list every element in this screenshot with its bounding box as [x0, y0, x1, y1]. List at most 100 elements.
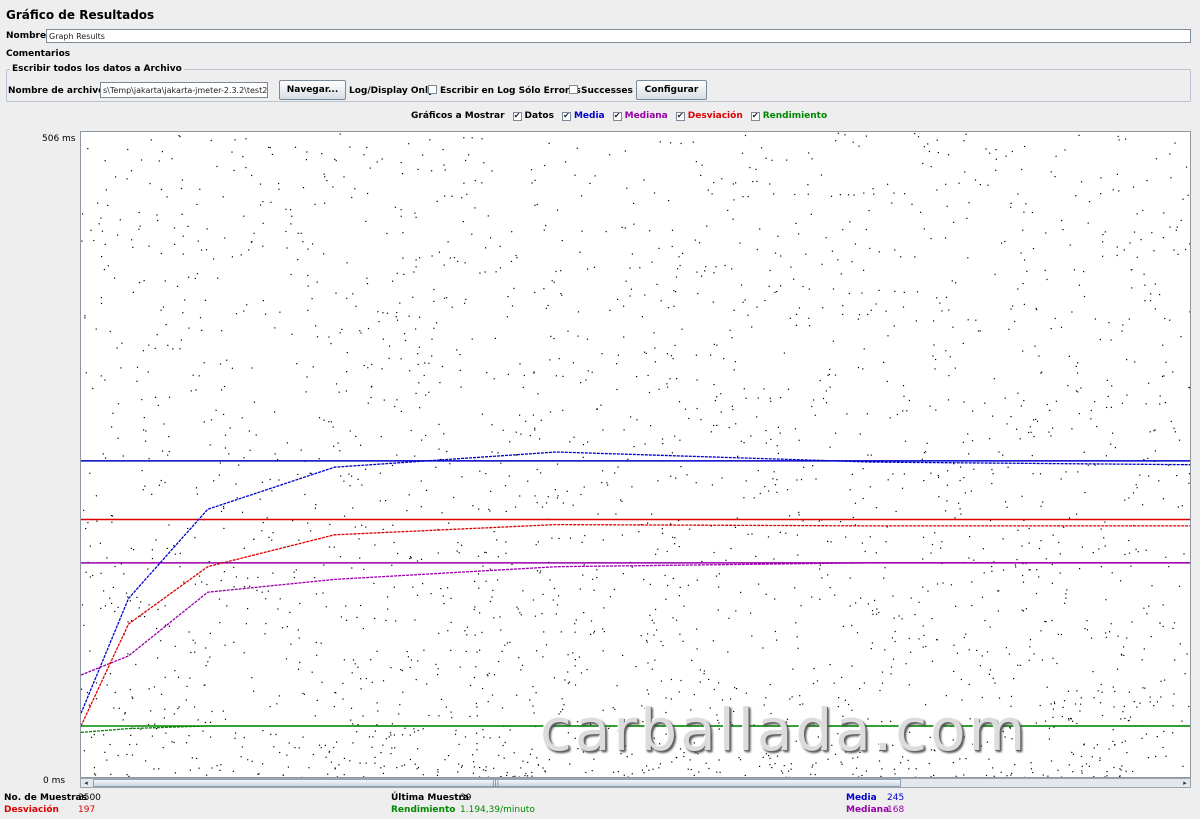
data-point	[286, 754, 288, 756]
data-point	[1077, 471, 1079, 473]
data-point	[880, 775, 882, 777]
horizontal-scrollbar[interactable]: ◂ ||| ▸	[80, 778, 1191, 788]
data-point	[949, 356, 951, 358]
data-point	[989, 626, 991, 628]
data-point	[1117, 135, 1119, 137]
data-point	[382, 744, 384, 746]
data-point	[337, 442, 339, 444]
data-point	[473, 676, 475, 679]
data-point	[782, 772, 784, 774]
filename-input[interactable]: s\Temp\jakarta\jakarta-jmeter-2.3.2\test…	[100, 82, 268, 98]
data-point	[574, 623, 576, 625]
name-input[interactable]: Graph Results	[46, 29, 1191, 43]
data-point	[678, 256, 680, 258]
data-point	[1133, 701, 1135, 703]
successes-checkbox[interactable]	[569, 85, 578, 94]
toggle-mediana[interactable]: ✔ Mediana	[612, 111, 668, 121]
data-point	[1131, 269, 1133, 271]
data-point	[1162, 237, 1164, 239]
data-point	[182, 253, 184, 255]
data-point	[1145, 549, 1147, 551]
deviation-stat-value: 197	[78, 805, 96, 815]
data-point	[410, 557, 412, 559]
data-point	[408, 143, 410, 145]
data-point	[385, 500, 387, 502]
data-point	[542, 767, 544, 769]
data-point	[545, 644, 548, 646]
data-point	[582, 574, 584, 576]
media-label: Media	[573, 111, 605, 121]
data-point	[1159, 395, 1161, 397]
data-point	[660, 640, 662, 643]
data-point	[1143, 273, 1145, 275]
data-point	[556, 209, 559, 211]
data-point	[903, 473, 905, 475]
data-point	[915, 320, 917, 322]
data-point	[953, 644, 955, 646]
data-point	[104, 243, 106, 245]
data-point	[831, 250, 833, 252]
scroll-thumb[interactable]: |||	[93, 779, 901, 787]
data-point	[410, 429, 412, 432]
data-point	[1093, 747, 1095, 749]
toggle-rendimiento[interactable]: ✔ Rendimiento	[750, 111, 827, 121]
data-point	[346, 371, 348, 373]
data-point	[855, 602, 857, 604]
data-point	[602, 650, 604, 652]
data-point	[537, 541, 539, 543]
data-point	[1189, 387, 1190, 389]
data-point	[106, 759, 108, 761]
data-point	[408, 494, 410, 496]
data-point	[623, 305, 625, 307]
scroll-left-icon[interactable]: ◂	[81, 779, 91, 787]
data-point	[209, 632, 211, 634]
data-point	[950, 584, 952, 586]
toggle-datos[interactable]: ✔ Datos	[512, 111, 554, 121]
data-point	[835, 432, 837, 434]
data-point	[1084, 628, 1086, 630]
toggle-desviacion[interactable]: ✔ Desviación	[675, 111, 743, 121]
data-point	[437, 552, 439, 554]
media-checkbox[interactable]: ✔	[561, 111, 571, 121]
data-point	[357, 724, 359, 726]
data-point	[756, 180, 758, 182]
data-point	[241, 511, 244, 513]
data-point	[194, 277, 196, 280]
toggle-media[interactable]: ✔ Media	[561, 111, 605, 121]
data-point	[96, 520, 98, 522]
data-point	[458, 763, 460, 765]
data-point	[1112, 740, 1114, 742]
data-point	[104, 457, 107, 459]
data-point	[425, 434, 427, 437]
data-point	[459, 354, 461, 356]
data-point	[622, 573, 624, 575]
data-point	[264, 633, 266, 635]
scroll-right-icon[interactable]: ▸	[1180, 779, 1190, 787]
data-point	[630, 416, 632, 418]
browse-button[interactable]: Navegar...	[279, 80, 346, 100]
data-point	[1139, 702, 1141, 704]
configure-button[interactable]: Configurar	[636, 80, 707, 100]
data-point	[718, 586, 720, 588]
data-point	[312, 243, 314, 245]
desviacion-checkbox[interactable]: ✔	[675, 111, 685, 121]
data-point	[941, 310, 943, 312]
datos-checkbox[interactable]: ✔	[512, 111, 522, 121]
data-point	[776, 291, 778, 293]
data-point	[1080, 387, 1082, 389]
errors-only-checkbox[interactable]	[428, 85, 437, 94]
data-point	[371, 385, 373, 387]
data-point	[1085, 763, 1088, 765]
data-point	[523, 374, 525, 377]
data-point	[394, 206, 396, 208]
data-point	[439, 382, 441, 384]
rendimiento-checkbox[interactable]: ✔	[750, 111, 760, 121]
data-point	[298, 539, 300, 541]
data-point	[1149, 701, 1151, 703]
data-point	[1005, 501, 1007, 503]
mediana-checkbox[interactable]: ✔	[612, 111, 622, 121]
data-point	[923, 634, 925, 636]
data-point	[719, 771, 721, 773]
data-point	[556, 604, 559, 606]
data-point	[476, 651, 478, 653]
